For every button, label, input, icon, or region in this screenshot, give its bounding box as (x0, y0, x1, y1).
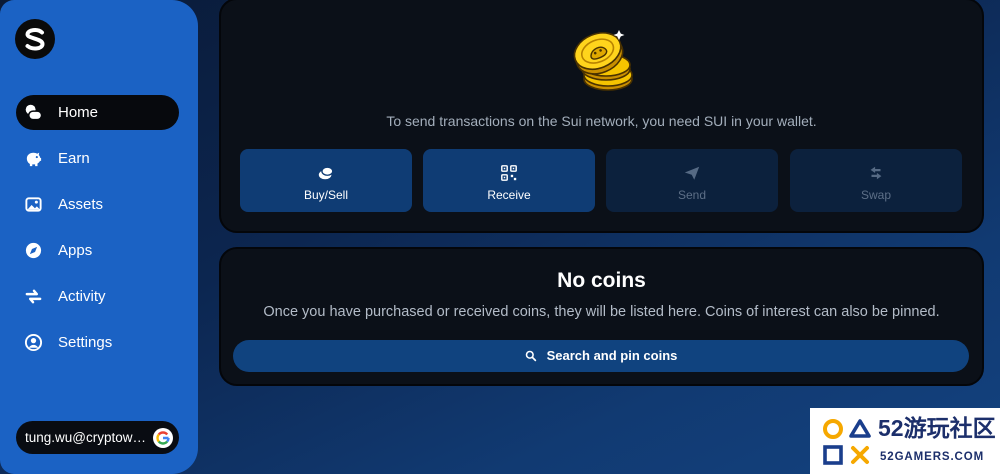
action-label: Receive (487, 188, 531, 202)
sidebar-item-settings[interactable]: Settings (16, 325, 179, 360)
receive-button[interactable]: Receive (423, 149, 595, 212)
52gamers-logo-icon (823, 419, 871, 465)
google-icon (153, 427, 173, 448)
action-label: Swap (860, 188, 892, 202)
sidebar-item-activity[interactable]: Activity (16, 279, 179, 314)
search-icon (525, 350, 536, 362)
send-icon (684, 166, 700, 180)
watermark: 52游玩社区 52GAMERS.COM (810, 408, 1000, 474)
slush-logo-icon[interactable] (15, 19, 55, 59)
account-button[interactable]: tung.wu@cryptow… (16, 421, 179, 454)
send-button[interactable]: Send (606, 149, 778, 212)
swap-button[interactable]: Swap (790, 149, 962, 212)
compass-icon (25, 242, 42, 259)
coin-icon (318, 166, 334, 180)
assets-image-icon (25, 197, 42, 212)
fund-wallet-message: To send transactions on the Sui network,… (386, 113, 817, 129)
coins-panel: No coins Once you have purchased or rece… (219, 247, 984, 386)
search-pin-coins-label: Search and pin coins (546, 348, 678, 363)
sidebar-item-label: Earn (58, 150, 90, 167)
qr-code-icon (501, 165, 517, 181)
coins-empty-description: Once you have purchased or received coin… (263, 304, 940, 320)
sidebar-item-label: Activity (58, 288, 106, 305)
earn-icon (26, 152, 42, 167)
activity-arrows-icon (25, 289, 42, 304)
action-label: Send (677, 188, 707, 202)
sidebar-item-earn[interactable]: Earn (16, 141, 179, 176)
balance-panel: To send transactions on the Sui network,… (219, 0, 984, 233)
sidebar-item-assets[interactable]: Assets (16, 187, 179, 222)
sidebar-item-apps[interactable]: Apps (16, 233, 179, 268)
action-label: Buy/Sell (303, 188, 349, 202)
sidebar-item-home[interactable]: Home (16, 95, 179, 130)
sidebar: Home Earn Assets Apps Activity Settings … (0, 0, 198, 474)
account-email: tung.wu@cryptow… (25, 430, 146, 445)
sidebar-item-label: Settings (58, 334, 113, 351)
swap-icon (870, 166, 882, 180)
watermark-subtitle: 52GAMERS.COM (880, 451, 985, 463)
sidebar-item-label: Apps (58, 242, 93, 259)
watermark-title: 52游玩社区 (878, 415, 996, 441)
coins-empty-title: No coins (557, 269, 646, 292)
home-icon (25, 104, 43, 121)
search-pin-coins-button[interactable]: Search and pin coins (233, 340, 969, 372)
buy-sell-button[interactable]: Buy/Sell (240, 149, 412, 212)
user-circle-icon (24, 333, 43, 352)
gold-coins-icon (573, 30, 633, 91)
sidebar-item-label: Assets (58, 196, 104, 213)
sidebar-item-label: Home (58, 104, 99, 121)
